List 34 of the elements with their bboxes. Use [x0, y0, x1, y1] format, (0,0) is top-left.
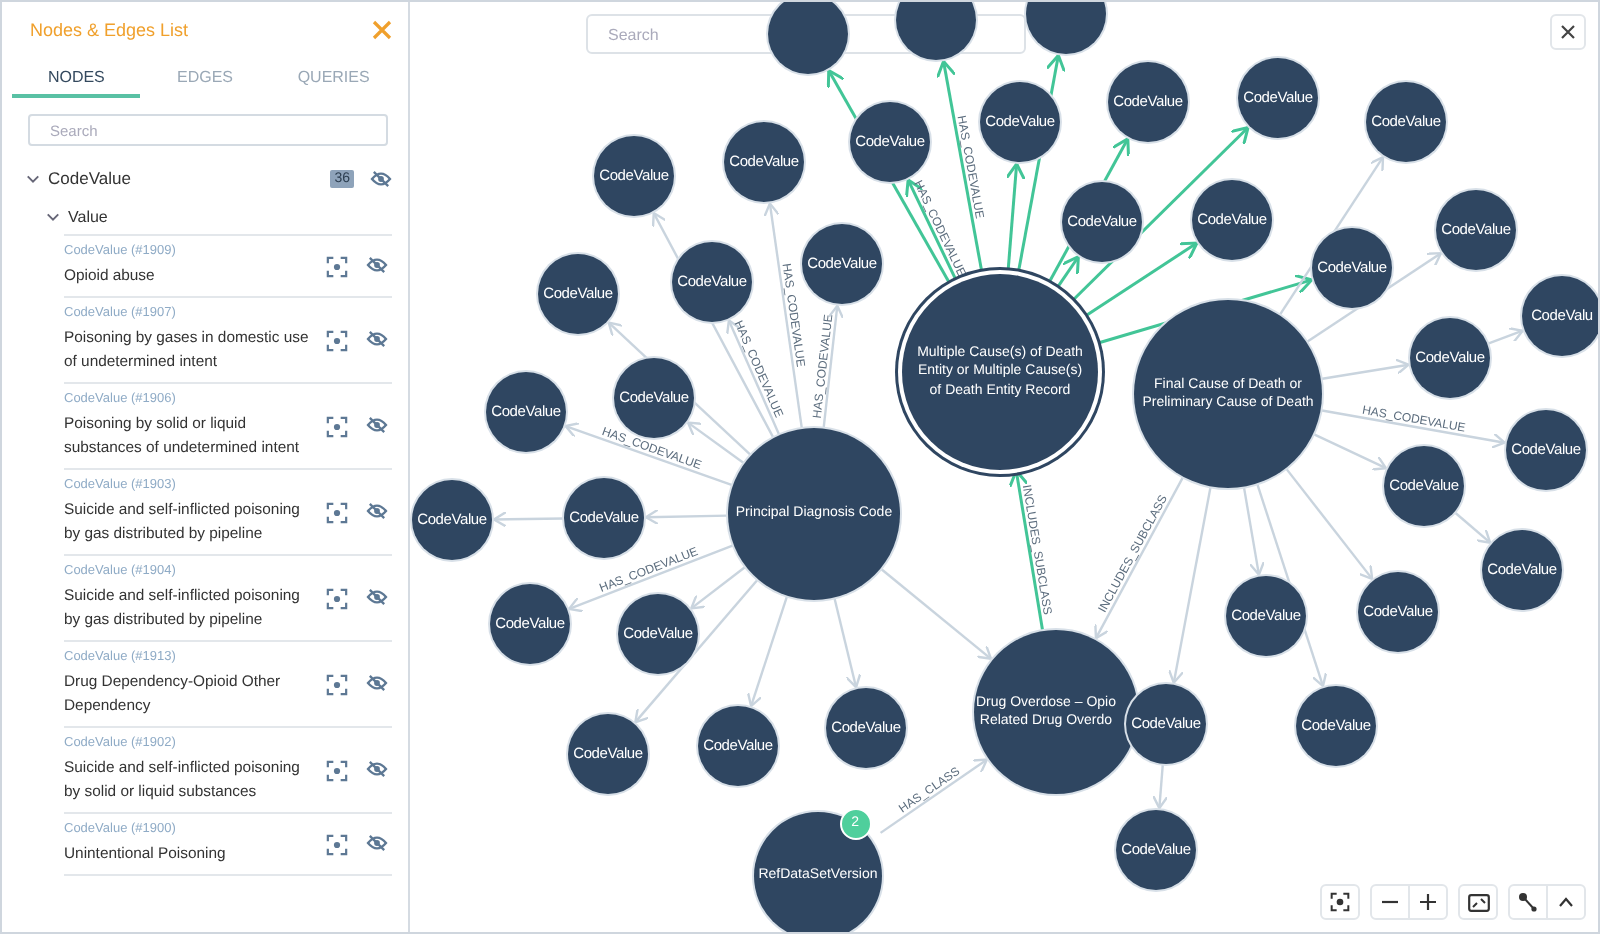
- tab[interactable]: NODES: [12, 60, 141, 98]
- close-button[interactable]: [1550, 14, 1586, 50]
- graph-node[interactable]: [896, 2, 976, 60]
- focus-icon: [1330, 892, 1350, 912]
- focus-icon[interactable]: [326, 415, 348, 437]
- focus-button[interactable]: [1320, 884, 1360, 920]
- graph-node[interactable]: [768, 2, 848, 74]
- eye-slash-icon[interactable]: [366, 833, 388, 851]
- focus-icon[interactable]: [326, 329, 348, 351]
- eye-slash-icon[interactable]: [366, 759, 388, 777]
- fit-screen-icon: [1467, 893, 1489, 911]
- eye-slash-icon[interactable]: [366, 673, 388, 691]
- eye-slash-icon[interactable]: [366, 587, 388, 605]
- path-icon: [1518, 892, 1538, 912]
- focus-icon[interactable]: [326, 501, 348, 523]
- focus-icon[interactable]: [326, 587, 348, 609]
- focus-icon[interactable]: [326, 673, 348, 695]
- plus-icon: [1420, 894, 1436, 910]
- tree-item[interactable]: Value: [68, 208, 108, 226]
- close-icon: [1560, 24, 1576, 40]
- eye-slash-icon[interactable]: [366, 415, 388, 433]
- focus-icon[interactable]: [326, 255, 348, 277]
- caret-up-icon: [1558, 896, 1574, 908]
- eye-slash-icon[interactable]: [366, 501, 388, 519]
- chevron-icon[interactable]: [26, 171, 40, 185]
- eye-slash-icon[interactable]: [366, 255, 388, 273]
- tree-item[interactable]: CodeValue: [48, 168, 323, 188]
- panel-title: Nodes & Edges List: [30, 20, 189, 40]
- eye-slash-icon[interactable]: [366, 329, 388, 347]
- eye-slash-icon[interactable]: [370, 169, 392, 187]
- fit-button[interactable]: [1458, 884, 1498, 920]
- focus-icon[interactable]: [326, 833, 348, 855]
- focus-icon[interactable]: [326, 759, 348, 781]
- chevron-icon[interactable]: [46, 210, 60, 224]
